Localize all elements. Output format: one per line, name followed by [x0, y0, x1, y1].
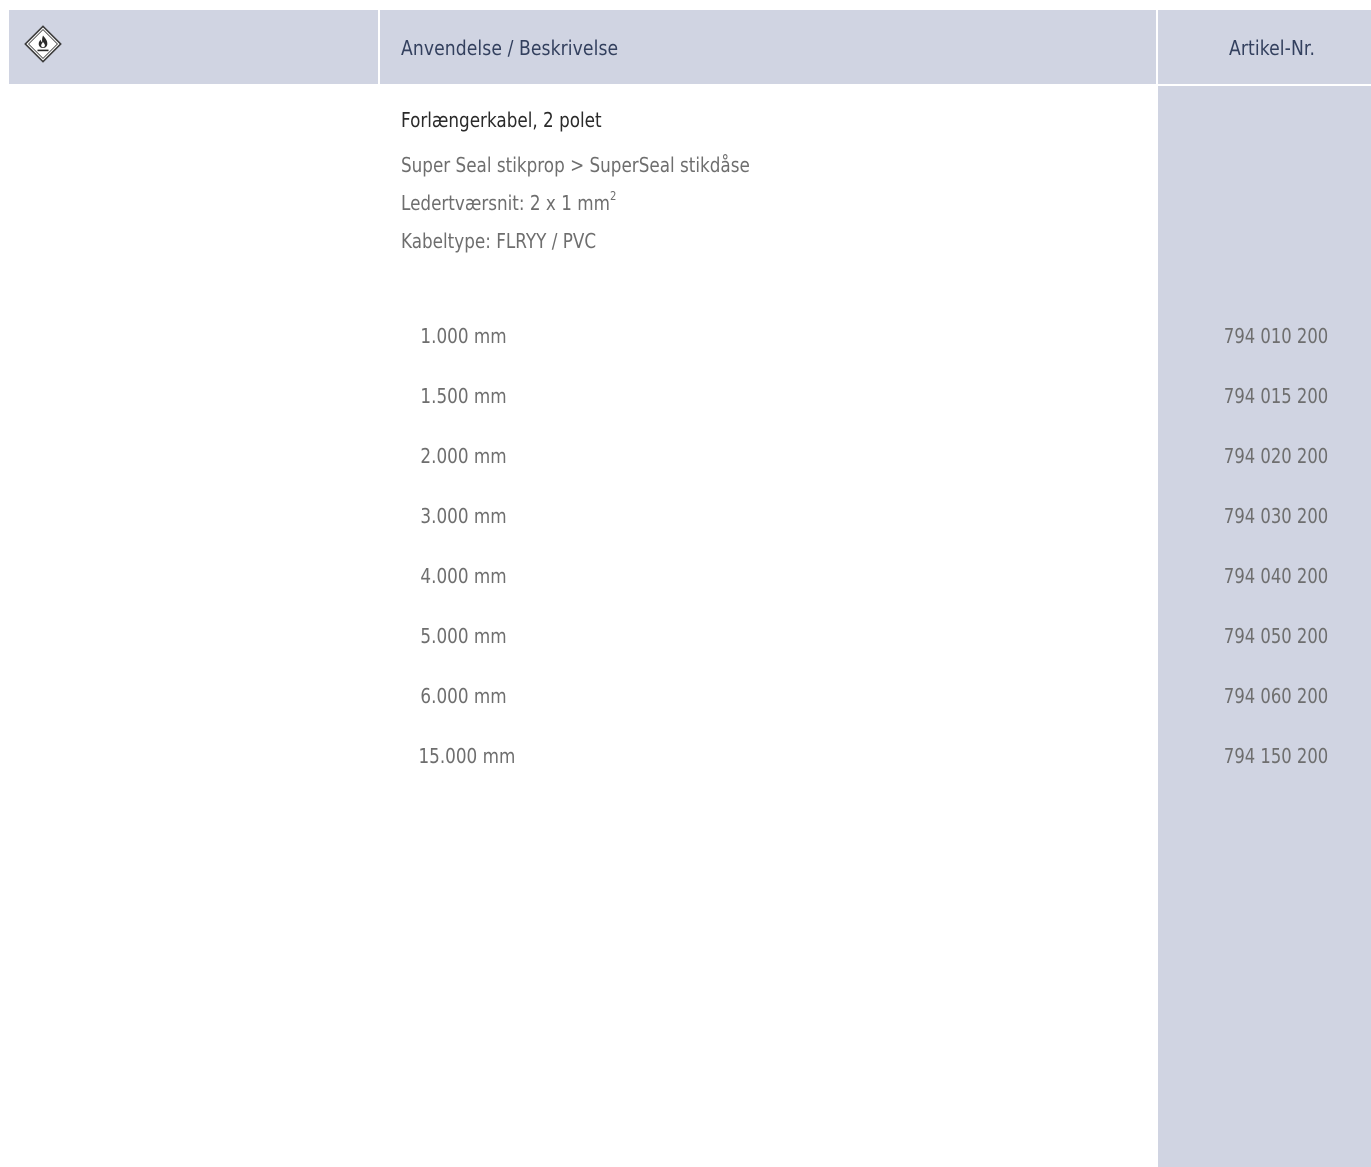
connector-description: Super Seal stikprop > SuperSeal stikdåse — [401, 153, 750, 177]
article-number: 794 020 200 — [1223, 444, 1328, 468]
header-icon-cell — [9, 10, 378, 84]
article-number: 794 150 200 — [1223, 744, 1328, 768]
article-number: 794 010 200 — [1223, 324, 1328, 348]
article-cell: 794 030 200 — [1201, 504, 1328, 528]
header-article-label: Artikel-Nr. — [1229, 36, 1316, 60]
article-cell: 794 020 200 — [1201, 444, 1328, 468]
article-number: 794 060 200 — [1223, 684, 1328, 708]
length-value: 5.000 mm — [420, 624, 507, 648]
length-value: 15.000 mm — [418, 744, 516, 768]
article-cell: 794 015 200 — [1201, 384, 1328, 408]
article-number: 794 015 200 — [1223, 384, 1328, 408]
article-cell: 794 050 200 — [1201, 624, 1328, 648]
length-value: 3.000 mm — [420, 504, 507, 528]
cross-section-description: Ledertværsnit: 2 x 1 mm2 — [401, 189, 617, 215]
article-cell: 794 060 200 — [1201, 684, 1328, 708]
length-cell: 4.000 mm — [400, 564, 507, 588]
length-value: 6.000 mm — [420, 684, 507, 708]
article-cell: 794 150 200 — [1201, 744, 1328, 768]
length-value: 2.000 mm — [420, 444, 507, 468]
cable-type-description: Kabeltype: FLRYY / PVC — [401, 229, 597, 253]
header-description-label: Anvendelse / Beskrivelse — [401, 36, 619, 60]
article-cell: 794 040 200 — [1201, 564, 1328, 588]
cross-section-text: Ledertværsnit: 2 x 1 mm — [401, 191, 610, 215]
length-value: 4.000 mm — [420, 564, 507, 588]
length-cell: 5.000 mm — [400, 624, 507, 648]
length-cell: 1.000 mm — [400, 324, 507, 348]
length-cell: 15.000 mm — [400, 744, 515, 768]
article-cell: 794 010 200 — [1201, 324, 1328, 348]
length-value: 1.000 mm — [420, 324, 507, 348]
length-cell: 6.000 mm — [400, 684, 507, 708]
article-number: 794 030 200 — [1223, 504, 1328, 528]
length-cell: 2.000 mm — [400, 444, 507, 468]
length-cell: 1.500 mm — [400, 384, 507, 408]
length-cell: 3.000 mm — [400, 504, 507, 528]
length-value: 1.500 mm — [420, 384, 507, 408]
cross-section-exponent: 2 — [609, 189, 617, 203]
product-title: Forlængerkabel, 2 polet — [401, 108, 602, 132]
article-number: 794 040 200 — [1223, 564, 1328, 588]
flammable-hazard-icon — [24, 25, 62, 63]
article-number: 794 050 200 — [1223, 624, 1328, 648]
